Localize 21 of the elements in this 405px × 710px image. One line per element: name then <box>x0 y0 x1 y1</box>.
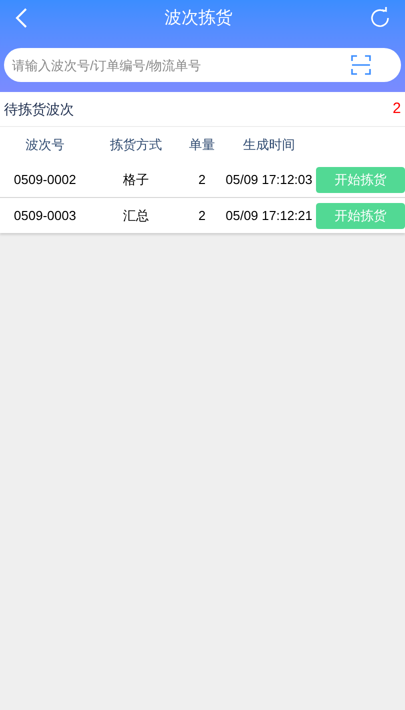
start-picking-button[interactable]: 开始拣货 <box>316 202 405 228</box>
table-cell-text: 格子 <box>123 171 149 190</box>
table-cell-text: 0509-0002 <box>14 171 76 190</box>
table-cell-text: 汇总 <box>123 206 149 225</box>
table-cell-text: 2 <box>198 206 206 225</box>
table-cell-text: 05/09 17:12:21 <box>226 206 312 225</box>
section-label: 待拣货波次 <box>4 100 74 118</box>
table-cell-text: 2 <box>198 171 206 190</box>
page-title: 波次拣货 <box>164 7 232 30</box>
search-field[interactable]: 请输入波次号/订单编号/物流单号 <box>4 48 401 82</box>
back-icon[interactable] <box>14 7 28 29</box>
table-cell-text: 0509-0003 <box>14 206 76 225</box>
scan-icon[interactable] <box>351 55 371 75</box>
column-header: 生成时间 <box>243 136 295 154</box>
refresh-icon[interactable] <box>369 7 391 29</box>
column-header: 单量 <box>189 136 215 154</box>
table-cell-text: 05/09 17:12:03 <box>226 171 312 190</box>
count-text: 2 <box>392 98 401 119</box>
column-header: 拣货方式 <box>110 136 162 154</box>
start-picking-button[interactable]: 开始拣货 <box>316 167 405 193</box>
column-header: 波次号 <box>26 136 64 154</box>
